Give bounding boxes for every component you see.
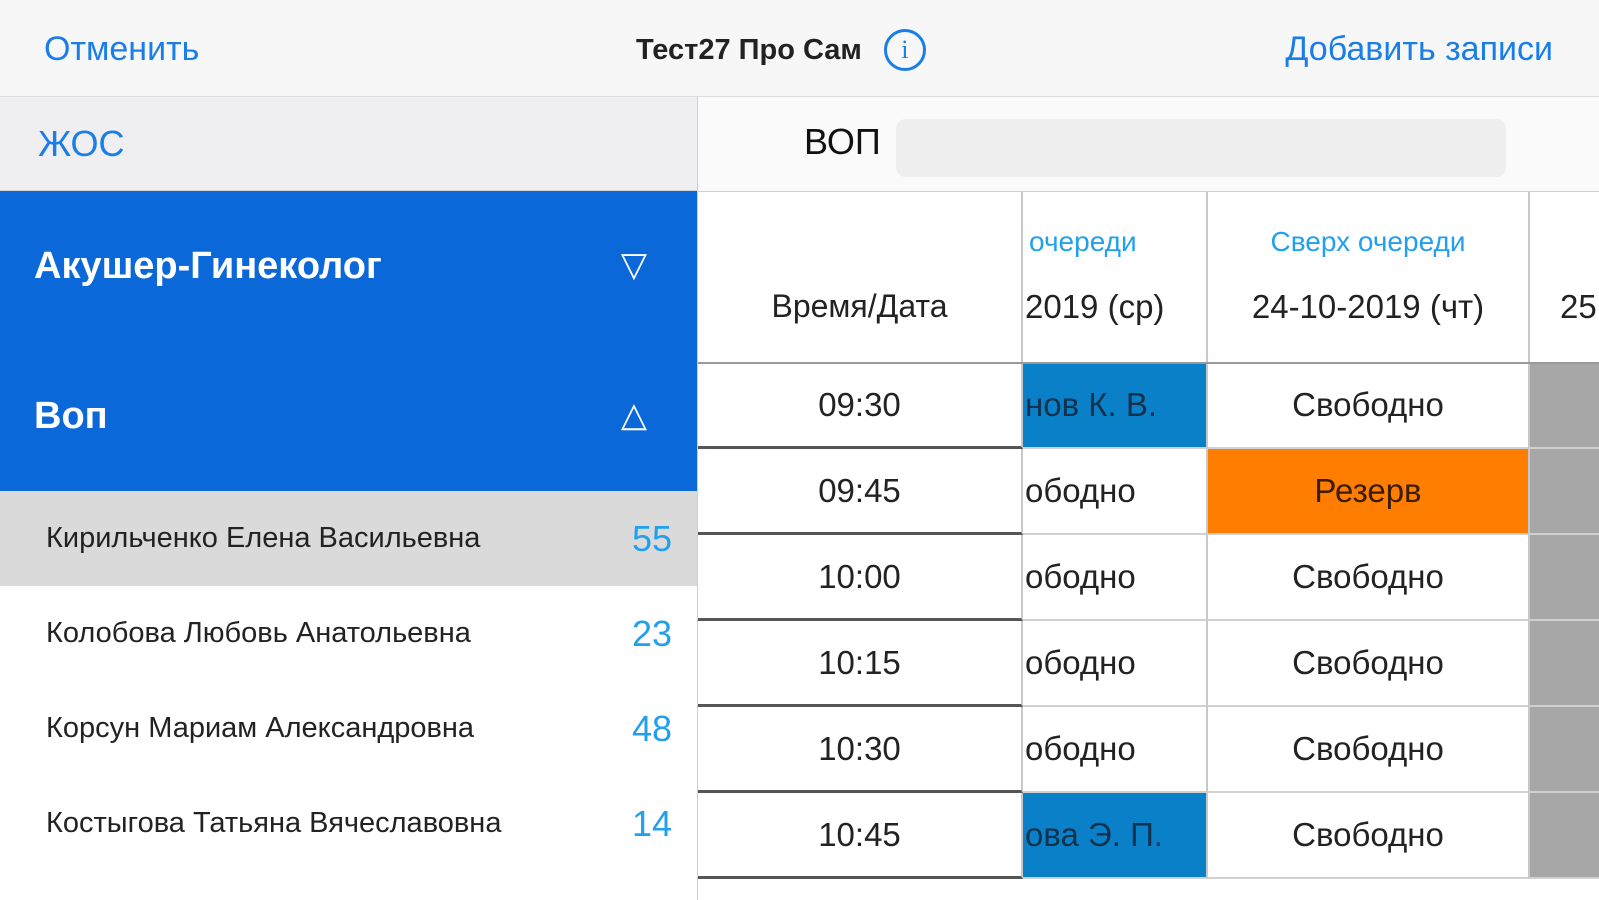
search-input[interactable] — [896, 119, 1506, 177]
specialty-label: Акушер-Гинеколог — [34, 245, 382, 287]
doctor-name: Колобова Любовь Анатольевна — [46, 617, 471, 649]
free-slot[interactable]: ободно — [1023, 535, 1208, 621]
time-cell: 09:45 — [698, 449, 1023, 535]
time-column-header: Время/Дата — [698, 192, 1023, 362]
specialty-row-vop[interactable]: Воп △ — [0, 341, 697, 491]
schedule-row: 09:30 нов К. В. Свободно — [698, 363, 1599, 449]
cancel-button[interactable]: Отменить — [44, 30, 199, 69]
column-date: 25 — [1560, 288, 1597, 325]
reserved-slot[interactable]: Резерв — [1208, 449, 1530, 535]
sidebar-header: ЖОС — [0, 97, 697, 191]
specialty-row-obgyn[interactable]: Акушер-Гинеколог ▽ — [0, 191, 697, 341]
search-label: ВОП — [804, 121, 881, 162]
free-slot[interactable]: ободно — [1023, 621, 1208, 707]
zhos-link[interactable]: ЖОС — [38, 123, 124, 165]
schedule-grid[interactable]: 09:15ободноОвинов А. А.09:30нов К. В.Сво… — [698, 192, 1599, 900]
free-slot[interactable]: ободно — [1023, 707, 1208, 793]
appointment-count: 55 — [631, 517, 672, 559]
booked-slot[interactable]: нов К. В. — [1023, 363, 1208, 449]
add-records-button[interactable]: Добавить записи — [1285, 30, 1553, 69]
schedule-row: 10:45 ова Э. П. Свободно — [698, 793, 1599, 879]
free-slot[interactable]: Свободно — [1208, 707, 1530, 793]
schedule-row: 10:30 ободно Свободно — [698, 707, 1599, 793]
unavailable-slot — [1530, 535, 1599, 621]
appointment-count: 14 — [631, 802, 672, 844]
unavailable-slot — [1530, 707, 1599, 793]
appointment-count: 23 — [631, 612, 672, 654]
doctor-row[interactable]: Костыгова Татьяна Вячеславовна 14 — [0, 776, 697, 871]
column-subtitle: Сверх очереди — [1270, 226, 1466, 257]
schedule-row: 10:00 ободно Свободно — [698, 535, 1599, 621]
expand-down-icon: ▽ — [620, 246, 647, 284]
schedule-row: 09:45 ободно Резерв — [698, 449, 1599, 535]
collapse-up-icon: △ — [620, 396, 647, 434]
time-cell: 10:30 — [698, 707, 1023, 793]
page-title: Тест27 Про Сам — [636, 33, 862, 66]
unavailable-slot — [1530, 449, 1599, 535]
doctor-name: Корсун Мариам Александровна — [46, 712, 475, 744]
doctor-row[interactable]: Кирильченко Елена Васильевна 55 — [0, 491, 697, 586]
booked-slot[interactable]: ова Э. П. — [1023, 793, 1208, 879]
navigation-bar: Отменить Тест27 Про Сам i Добавить запис… — [0, 0, 1599, 97]
schedule-row: 10:15 ободно Свободно — [698, 621, 1599, 707]
free-slot[interactable]: Свободно — [1208, 363, 1530, 449]
doctor-row[interactable]: Корсун Мариам Александровна 48 — [0, 681, 697, 776]
free-slot[interactable]: Свободно — [1208, 535, 1530, 621]
date-column-header[interactable]: Сверх очереди 24-10-2019 (чт) — [1208, 192, 1530, 362]
doctor-name: Кирильченко Елена Васильевна — [46, 522, 481, 554]
column-date: Время/Дата — [771, 288, 948, 324]
date-column-header[interactable]: очереди 2019 (ср) — [1023, 192, 1208, 362]
search-bar: ВОП — [698, 97, 1599, 192]
free-slot[interactable]: Свободно — [1208, 793, 1530, 879]
unavailable-slot — [1530, 793, 1599, 879]
schedule-header: Время/Дата очереди 2019 (ср) Сверх очере… — [698, 192, 1599, 364]
info-icon[interactable]: i — [883, 29, 926, 71]
time-cell: 09:30 — [698, 363, 1023, 449]
specialty-label: Воп — [34, 395, 108, 437]
doctor-list: Кирильченко Елена Васильевна 55 Колобова… — [0, 491, 697, 871]
column-date: 24-10-2019 (чт) — [1251, 288, 1485, 325]
sidebar: ЖОС Акушер-Гинеколог ▽ Воп △ Кирильченко… — [0, 97, 697, 900]
doctor-name: Костыгова Татьяна Вячеславовна — [46, 807, 502, 839]
time-cell: 10:15 — [698, 621, 1023, 707]
unavailable-slot — [1530, 363, 1599, 449]
free-slot[interactable]: ободно — [1023, 449, 1208, 535]
unavailable-slot — [1530, 621, 1599, 707]
time-cell: 10:45 — [698, 793, 1023, 879]
time-cell: 10:00 — [698, 535, 1023, 621]
schedule-panel: ВОП 09:15ободноОвинов А. А.09:30нов К. В… — [697, 97, 1599, 900]
column-subtitle: очереди — [1029, 226, 1137, 257]
column-date: 2019 (ср) — [1025, 288, 1165, 325]
free-slot[interactable]: Свободно — [1208, 621, 1530, 707]
appointment-count: 48 — [631, 707, 672, 749]
doctor-row[interactable]: Колобова Любовь Анатольевна 23 — [0, 586, 697, 681]
title-group: Тест27 Про Сам i — [636, 28, 926, 72]
date-column-header[interactable]: 25 — [1530, 192, 1599, 362]
